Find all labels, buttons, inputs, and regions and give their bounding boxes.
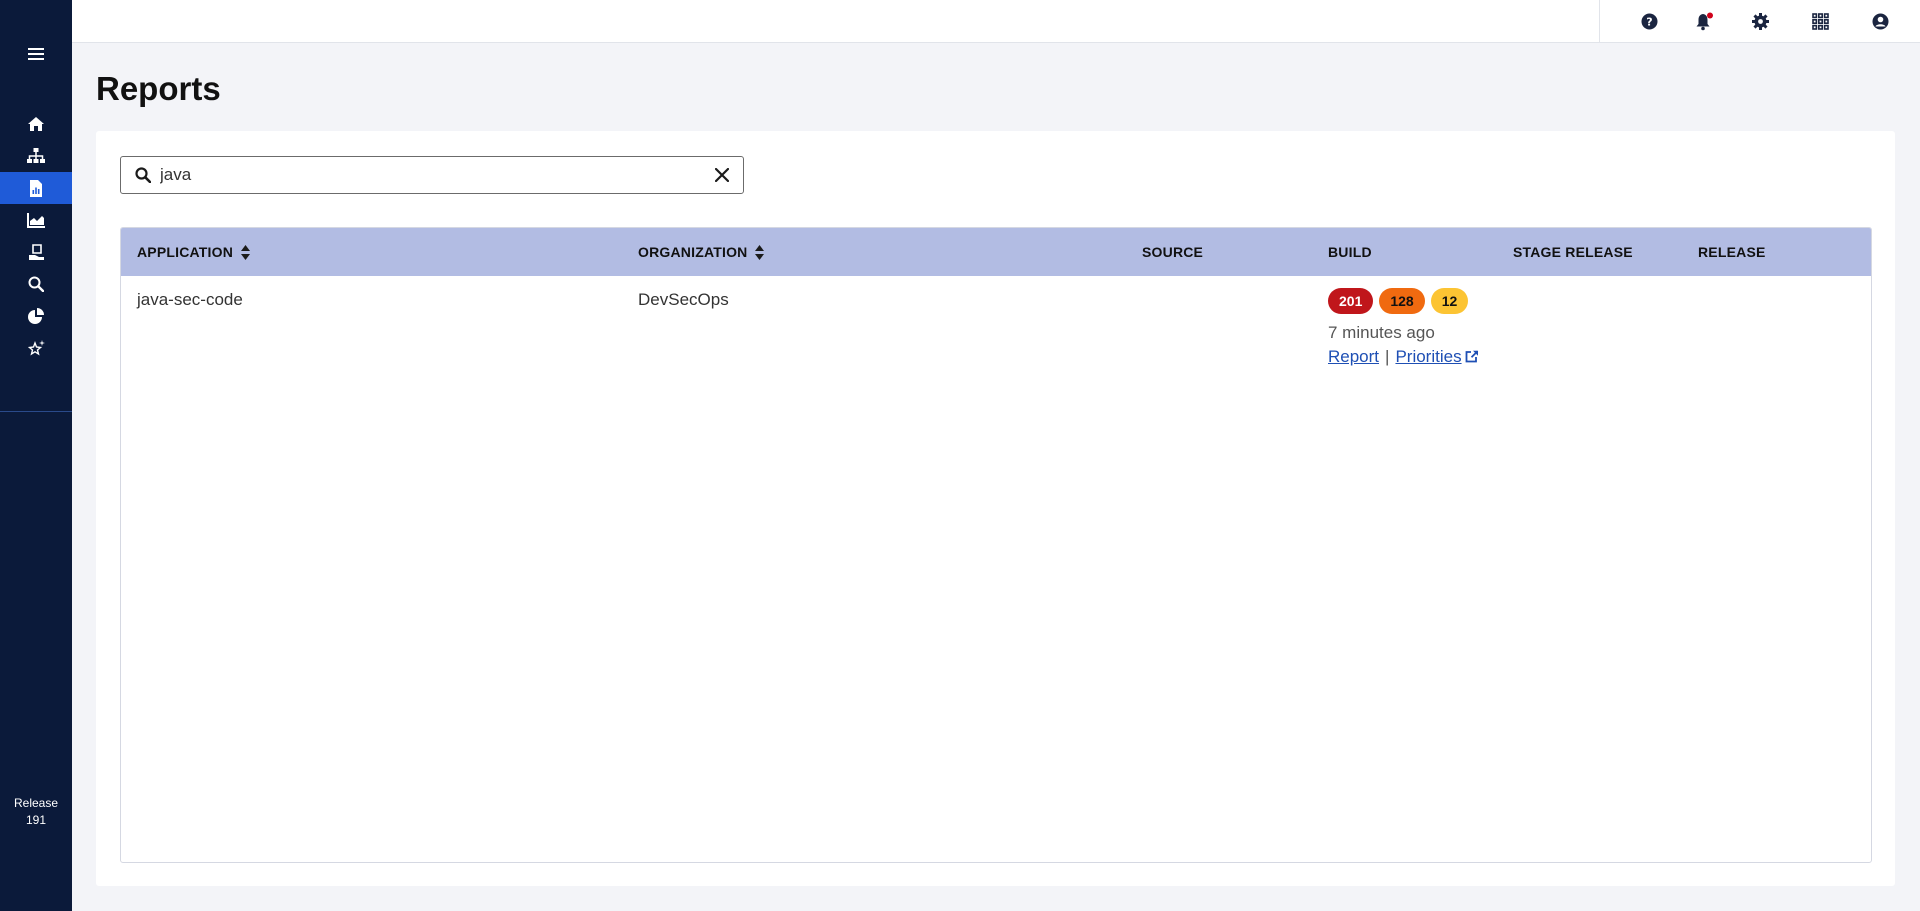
release-label: Release [13,796,59,810]
sidebar-nav [0,108,72,364]
apps-menu-button[interactable] [1809,10,1831,32]
search-box [120,156,744,194]
close-icon [714,167,730,183]
hamburger-icon [28,48,44,60]
release-number: 191 [25,813,47,827]
report-link[interactable]: Report [1328,347,1379,366]
sitemap-icon [27,148,45,163]
topbar-divider [1599,0,1600,43]
sort-button-organization[interactable] [755,244,765,260]
gear-icon [1751,12,1769,30]
reports-card: APPLICATION ORGANIZATION SOURCE BUILD ST… [96,131,1895,886]
build-links: Report | Priorities [1328,347,1479,367]
search-icon [28,276,44,292]
help-button[interactable]: ? [1638,10,1660,32]
reports-table: APPLICATION ORGANIZATION SOURCE BUILD ST… [120,227,1872,863]
sidebar: Release 191 [0,0,72,911]
sidebar-item-dashboards[interactable] [0,300,72,332]
bell-icon [1696,12,1713,30]
column-build: BUILD [1328,228,1372,276]
help-icon: ? [1641,13,1657,29]
sidebar-item-search[interactable] [0,268,72,300]
sidebar-item-reports[interactable] [0,172,72,204]
search-input[interactable] [160,163,700,187]
build-timestamp: 7 minutes ago [1328,323,1435,342]
search-icon [135,167,152,188]
priorities-link-label: Priorities [1395,347,1462,366]
column-label: APPLICATION [137,244,234,260]
column-organization: ORGANIZATION [638,228,765,276]
settings-button[interactable] [1749,10,1771,32]
column-label: BUILD [1328,244,1372,260]
release-version: Release 191 [0,795,72,829]
priorities-link[interactable]: Priorities [1395,347,1478,366]
sort-icon [241,244,251,260]
table-row: java-sec-code DevSecOps 201 128 12 7 min… [121,276,1871,376]
home-icon [28,117,44,131]
area-chart-icon [27,212,45,228]
external-link-icon [1465,350,1478,363]
application-name: java-sec-code [137,290,243,309]
sidebar-item-requests[interactable] [0,236,72,268]
finding-counts: 201 128 12 [1328,288,1469,314]
link-separator: | [1385,347,1390,366]
menu-toggle-button[interactable] [0,40,72,68]
column-release: RELEASE [1698,228,1766,276]
pie-chart-icon [28,308,44,324]
sort-icon [755,244,765,260]
column-application: APPLICATION [137,228,251,276]
column-label: RELEASE [1698,244,1766,260]
sidebar-item-organizations[interactable] [0,140,72,172]
column-label: ORGANIZATION [638,244,748,260]
page-title: Reports [96,70,221,107]
clear-search-button[interactable] [714,167,730,187]
column-label: STAGE RELEASE [1513,244,1633,260]
hand-receive-icon [28,243,44,260]
sidebar-item-analytics[interactable] [0,204,72,236]
sort-button-application[interactable] [241,244,251,260]
sidebar-item-home[interactable] [0,108,72,140]
user-circle-icon [1872,13,1888,29]
critical-count-badge: 201 [1328,288,1374,314]
column-stage-release: STAGE RELEASE [1513,228,1633,276]
column-label: SOURCE [1142,244,1204,260]
apps-grid-icon [1811,12,1829,30]
sidebar-item-insights[interactable] [0,332,72,364]
medium-count-badge: 12 [1430,288,1469,314]
table-header: APPLICATION ORGANIZATION SOURCE BUILD ST… [121,228,1871,276]
top-bar: ? [72,0,1920,43]
sidebar-divider [0,411,72,412]
user-profile-button[interactable] [1869,10,1891,32]
svg-text:?: ? [1646,15,1652,28]
report-file-icon [30,179,42,197]
organization-name: DevSecOps [638,290,729,309]
column-source: SOURCE [1142,228,1203,276]
notifications-button[interactable] [1693,10,1715,32]
high-count-badge: 128 [1379,288,1425,314]
star-sparkle-icon [27,340,45,356]
